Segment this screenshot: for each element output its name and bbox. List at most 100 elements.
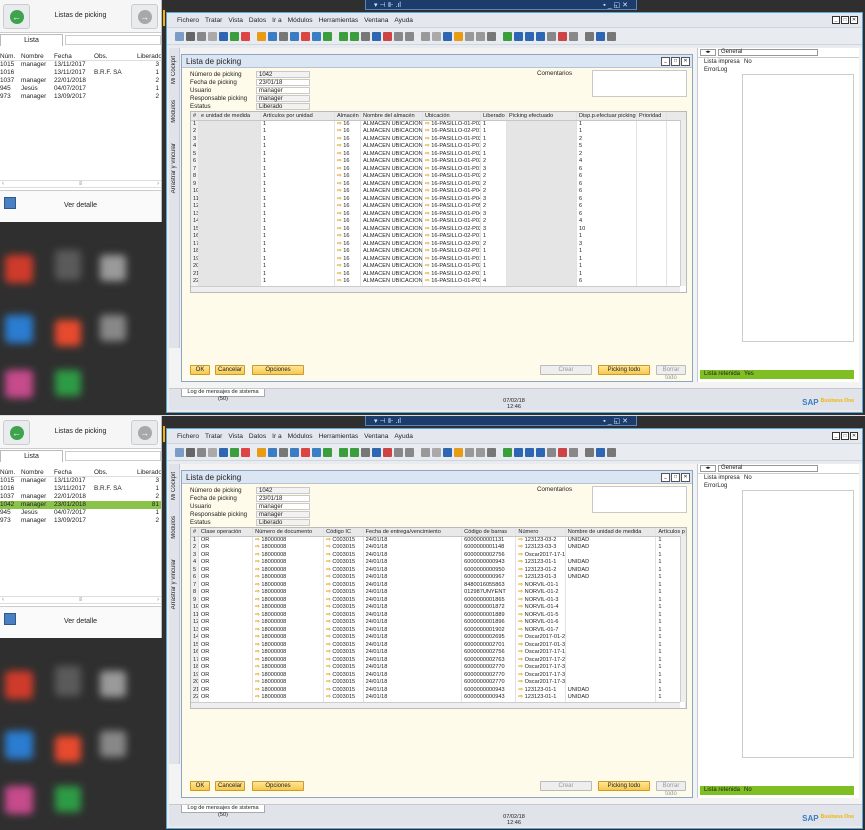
grid-cell[interactable]: ⇨ 16 <box>335 210 361 218</box>
grid-row[interactable]: 7 1 ⇨ 16ALMACEN UBICACIONES⇨ 16-PASILLO-01… <box>191 165 686 173</box>
grid-vertical-scrollbar[interactable] <box>680 120 686 286</box>
grid-cell[interactable] <box>199 180 261 188</box>
toolbar-button[interactable] <box>432 31 441 41</box>
grid-cell[interactable]: ALMACEN UBICACIONES <box>361 143 423 151</box>
toolbar-button[interactable] <box>241 447 250 457</box>
toolbar-button[interactable] <box>536 447 545 457</box>
grid-cell[interactable]: 7 <box>191 165 199 173</box>
grid-cell[interactable] <box>637 188 667 196</box>
grid-cell[interactable]: ALMACEN UBICACIONES <box>361 255 423 263</box>
toolbar-button[interactable] <box>547 31 556 41</box>
grid-cell[interactable]: 2 <box>481 188 507 196</box>
grid-row[interactable]: 13 1 ⇨ 16ALMACEN UBICACIONES⇨ 16-PASILLO-0… <box>191 210 686 218</box>
ok-button[interactable]: OK <box>190 781 210 791</box>
win-minimize-button[interactable]: _ <box>661 473 670 482</box>
grid-cell[interactable]: ⇨ 16 <box>335 188 361 196</box>
toolbar-button[interactable] <box>372 447 381 457</box>
grid-column-header[interactable]: Artículos p... <box>656 528 686 536</box>
grid-cell[interactable]: ⇨ C003015 <box>324 626 364 634</box>
grid-cell[interactable]: OR <box>199 536 254 544</box>
grid-cell[interactable]: ⇨ 16 <box>335 225 361 233</box>
toolbar-button[interactable] <box>443 447 452 457</box>
grid-cell[interactable]: OR <box>199 634 254 642</box>
grid-cell[interactable]: ⇨ 16-PASILLO-01-P02 <box>423 135 481 143</box>
toolbar-button[interactable] <box>454 447 463 457</box>
grid-cell[interactable]: OR <box>199 626 254 634</box>
detail-button[interactable]: Ver detalle <box>0 190 161 222</box>
grid-cell[interactable] <box>566 604 657 612</box>
side-tab[interactable]: Arrastrar y vincular <box>171 559 177 609</box>
grid-cell[interactable] <box>566 626 657 634</box>
grid-cell[interactable]: ⇨ 18000008 <box>253 581 325 589</box>
grid-cell[interactable] <box>199 203 261 211</box>
grid-cell[interactable]: ⇨ 16-PASILLO-01-P05-1 <box>423 203 481 211</box>
grid-cell[interactable]: 6000000000967 <box>462 574 517 582</box>
grid-cell[interactable] <box>507 248 577 256</box>
grid-cell[interactable] <box>199 143 261 151</box>
grid-cell[interactable]: OR <box>199 604 254 612</box>
toolbar-button[interactable] <box>361 447 370 457</box>
grid-cell[interactable]: 1 <box>261 248 335 256</box>
grid-cell[interactable]: 1 <box>261 188 335 196</box>
grid-cell[interactable] <box>199 195 261 203</box>
grid-cell[interactable]: ⇨ 18000008 <box>253 536 325 544</box>
grid-cell[interactable] <box>507 150 577 158</box>
toolbar-button[interactable] <box>257 31 266 41</box>
toolbar-button[interactable] <box>279 447 288 457</box>
grid-cell[interactable] <box>637 240 667 248</box>
grid-cell[interactable]: ⇨ 123123-01-1 <box>516 694 566 702</box>
grid-cell[interactable]: ⇨ C003015 <box>324 604 364 612</box>
grid-cell[interactable]: 1 <box>261 218 335 226</box>
grid-column-header[interactable]: # <box>191 112 199 120</box>
grid-cell[interactable] <box>637 173 667 181</box>
toolbar-button[interactable] <box>487 31 496 41</box>
grid-cell[interactable] <box>507 255 577 263</box>
grid-cell[interactable]: 6000000002695 <box>462 634 517 642</box>
grid-cell[interactable]: 15 <box>191 641 199 649</box>
toolbar-button[interactable] <box>569 447 578 457</box>
grid-cell[interactable] <box>507 180 577 188</box>
field-value[interactable]: manager <box>256 87 310 94</box>
grid-cell[interactable]: ALMACEN UBICACIONES <box>361 188 423 196</box>
table-row[interactable]: 1015 manager 13/11/2017 3 <box>0 61 161 69</box>
grid-cell[interactable] <box>637 278 667 286</box>
grid-row[interactable]: 111⇨ 16ALMACEN UBICACIONES⇨ 16-PASILLO-0… <box>191 195 686 203</box>
grid-cell[interactable]: ⇨ 16 <box>335 165 361 173</box>
toolbar-button[interactable] <box>186 447 195 457</box>
retained-list-bar[interactable]: Lista retenida Yes <box>700 370 854 379</box>
grid-column-header[interactable]: Código IC <box>324 528 364 536</box>
grid-row[interactable]: 17 OR ⇨ 18000008 ⇨ C003015 24/01/18 600000000… <box>191 656 686 664</box>
grid-cell[interactable]: ⇨ C003015 <box>324 641 364 649</box>
grid-cell[interactable]: ⇨ NORVIL-01-2 <box>516 589 566 597</box>
grid-cell[interactable]: 3 <box>481 195 507 203</box>
grid-cell[interactable]: 1 <box>577 270 637 278</box>
toolbar-button[interactable] <box>476 447 485 457</box>
grid-cell[interactable]: ⇨ 16-PASILLO-01-P01 <box>423 143 481 151</box>
grid-cell[interactable]: ⇨ Oscar2017-17-3 <box>516 679 566 687</box>
grid-cell[interactable]: ⇨ 16-PASILLO-01-P02 <box>423 150 481 158</box>
grid-cell[interactable]: ⇨ 16 <box>335 278 361 286</box>
grid-cell[interactable]: 17 <box>191 240 199 248</box>
toolbar-button[interactable] <box>230 447 239 457</box>
grid-cell[interactable]: 012987UNYENT <box>462 589 517 597</box>
grid-cell[interactable]: ALMACEN UBICACIONES <box>361 203 423 211</box>
grid-cell[interactable] <box>507 128 577 136</box>
clear-all-button[interactable]: Borrar todo <box>656 365 686 381</box>
grid-row[interactable]: 10 1 ⇨ 16ALMACEN UBICACIONES⇨ 16-PASILLO-0… <box>191 188 686 196</box>
grid-cell[interactable] <box>637 150 667 158</box>
grid-cell[interactable]: 21 <box>191 270 199 278</box>
grid-cell[interactable]: ⇨ 18000008 <box>253 656 325 664</box>
table-row[interactable]: 1042 manager 23/01/2018 81 <box>0 501 161 509</box>
toolbar-button[interactable] <box>503 31 512 41</box>
grid-cell[interactable]: 24/01/18 <box>364 686 463 694</box>
toolbar-button[interactable] <box>443 31 452 41</box>
grid-row[interactable]: 3 OR ⇨ 18000008 ⇨ C003015 24/01/18 6000000002… <box>191 551 686 559</box>
forward-button[interactable]: → <box>131 4 158 29</box>
grid-cell[interactable] <box>199 173 261 181</box>
toolbar-button[interactable] <box>536 31 545 41</box>
table-row[interactable]: 1037 manager 22/01/2018 2 <box>0 493 161 501</box>
search-input[interactable] <box>65 451 161 461</box>
grid-row[interactable]: 6 1 ⇨ 16ALMACEN UBICACIONES⇨ 16-PASILLO-01… <box>191 158 686 166</box>
grid-cell[interactable]: 6 <box>577 165 637 173</box>
toolbar-button[interactable] <box>421 447 430 457</box>
